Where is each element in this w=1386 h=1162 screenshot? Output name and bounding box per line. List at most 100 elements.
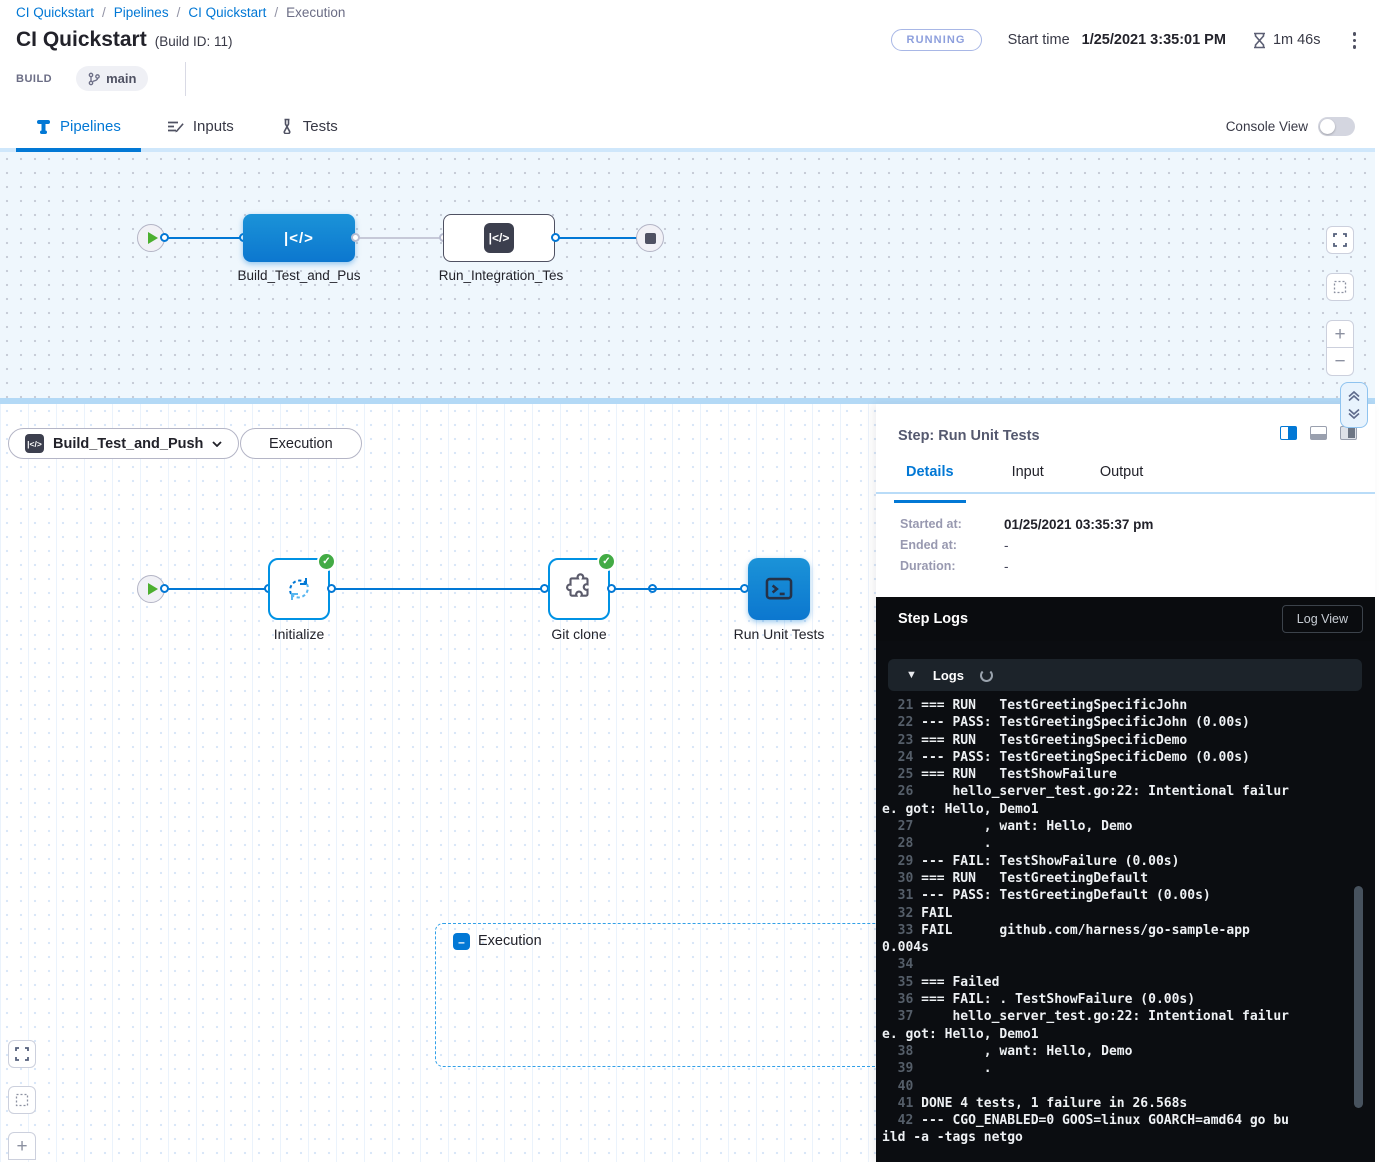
collapse-group-icon[interactable]: – [453,933,470,950]
pipeline-link [166,237,247,239]
initialize-refresh-icon [282,572,316,606]
log-line: 42 --- CGO_ENABLED=0 GOOS=linux GOARCH=a… [882,1112,1293,1147]
step-node-git-clone[interactable]: ✓ [548,558,610,620]
zoom-out-button[interactable]: − [1326,348,1354,376]
pipeline-icon [36,118,51,135]
loading-spinner-icon [980,669,993,682]
breadcrumb-current: Execution [286,5,345,20]
play-icon [148,583,158,595]
breadcrumb-separator: / [274,5,278,20]
log-line: 22 --- PASS: TestGreetingSpecificJohn (0… [882,714,1293,731]
start-time-label: Start time [1008,32,1070,48]
duration-label: Duration: [900,559,1004,574]
app-window: CI Quickstart / Pipelines / CI Quickstar… [0,0,1386,1162]
tab-output[interactable]: Output [1096,464,1148,492]
chevron-down-icon [212,441,222,447]
console-view-toggle[interactable] [1318,117,1355,136]
tab-tests[interactable]: Tests [274,104,344,148]
fullscreen-button[interactable] [8,1040,36,1068]
stage-node-run-integration-tests[interactable]: |</> [443,214,555,262]
header-divider [185,62,186,96]
breadcrumb-link-project[interactable]: CI Quickstart [16,5,94,20]
step-label: Run Unit Tests [699,626,859,642]
step-panel-tabs: Details Input Output [876,464,1375,494]
step-details-panel: Step: Run Unit Tests Details Input Outpu… [876,404,1375,1162]
layout-split-right-icon[interactable] [1280,426,1297,440]
tab-details[interactable]: Details [902,464,958,492]
branch-name: main [106,71,136,86]
ci-codebase-icon: |</> [484,223,514,253]
log-output[interactable]: 21 === RUN TestGreetingSpecificJohn 22 -… [882,697,1293,1147]
pipeline-canvas[interactable]: |</> Build_Test_and_Pus |</> Run_Integra… [0,152,1375,398]
logs-collapsible-header[interactable]: ▼ Logs [888,659,1362,691]
marquee-select-button[interactable] [8,1086,36,1114]
flask-icon [280,118,294,134]
step-link [166,588,272,590]
tab-input[interactable]: Input [1008,464,1048,492]
inputs-icon [167,119,184,134]
log-line: 29 --- FAIL: TestShowFailure (0.00s) [882,853,1293,870]
main-tabbar: Pipelines Inputs Tests Console View [0,104,1375,152]
log-line: 26 hello_server_test.go:22: Intentional … [882,783,1293,818]
ci-codebase-icon: |</> [25,434,44,453]
build-id-label: (Build ID: 11) [155,34,233,49]
stage-selector-label: Build_Test_and_Push [53,436,203,452]
page-title: CI Quickstart [16,28,147,52]
log-line: 27 , want: Hello, Demo [882,818,1293,835]
start-time-value: 1/25/2021 3:35:01 PM [1082,32,1226,48]
log-line: 39 . [882,1060,1293,1077]
layout-right-icon[interactable] [1340,426,1357,440]
log-line: 41 DONE 4 tests, 1 failure in 26.568s [882,1095,1293,1112]
step-node-run-unit-tests[interactable] [748,558,810,620]
success-check-badge: ✓ [597,552,616,571]
stage-execution-canvas[interactable]: |</> Build_Test_and_Push Execution – Exe… [0,404,876,1162]
execution-view-button[interactable]: Execution [240,428,362,459]
terminal-icon [761,572,797,606]
collapse-expand-control[interactable] [1340,382,1368,428]
step-node-initialize[interactable]: ✓ [268,558,330,620]
elapsed-time: 1m 46s [1273,32,1321,48]
more-options-menu[interactable] [1347,28,1363,53]
stage-node-build-test-and-push[interactable]: |</> [243,214,355,262]
duration-value: - [1004,559,1009,574]
connector-dot [351,233,360,242]
stage-node-label: Run_Integration_Tes [421,268,581,283]
step-logs-title: Step Logs [898,611,968,627]
pipeline-link [359,237,444,239]
log-line: 37 hello_server_test.go:22: Intentional … [882,1008,1293,1043]
stage-selector-dropdown[interactable]: |</> Build_Test_and_Push [8,428,239,459]
execution-group-box[interactable]: – Execution [435,923,895,1067]
step-logs-section: Step Logs Log View ▼ Logs 21 === RUN Tes… [876,597,1375,1162]
log-view-button[interactable]: Log View [1282,605,1363,633]
branch-chip[interactable]: main [76,66,148,91]
log-line: 36 === FAIL: . TestShowFailure (0.00s) [882,991,1293,1008]
play-icon [148,232,158,244]
marquee-select-button[interactable] [1326,273,1354,301]
log-line: 24 --- PASS: TestGreetingSpecificDemo (0… [882,749,1293,766]
log-line: 25 === RUN TestShowFailure [882,766,1293,783]
started-at-label: Started at: [900,517,1004,532]
log-line: 21 === RUN TestGreetingSpecificJohn [882,697,1293,714]
stop-icon [645,233,656,244]
breadcrumb-link-pipeline[interactable]: CI Quickstart [188,5,266,20]
log-line: 38 , want: Hello, Demo [882,1043,1293,1060]
breadcrumb-separator: / [102,5,106,20]
breadcrumb-separator: / [177,5,181,20]
status-badge: RUNNING [891,29,982,51]
tab-label: Inputs [193,118,234,135]
log-scrollbar-thumb[interactable] [1354,886,1363,1108]
connector-dot [327,584,336,593]
tab-pipelines[interactable]: Pipelines [30,104,127,148]
breadcrumb: CI Quickstart / Pipelines / CI Quickstar… [16,5,345,20]
zoom-in-button[interactable]: + [1326,320,1354,348]
step-label: Git clone [499,626,659,642]
log-line: 40 [882,1078,1293,1095]
log-line: 31 --- PASS: TestGreetingDefault (0.00s) [882,887,1293,904]
layout-bottom-icon[interactable] [1310,426,1327,440]
fullscreen-button[interactable] [1326,226,1354,254]
pipeline-end-node[interactable] [636,224,664,252]
breadcrumb-link-pipelines[interactable]: Pipelines [114,5,169,20]
zoom-in-button[interactable]: + [8,1132,36,1160]
tab-inputs[interactable]: Inputs [161,104,240,148]
log-line: 23 === RUN TestGreetingSpecificDemo [882,732,1293,749]
